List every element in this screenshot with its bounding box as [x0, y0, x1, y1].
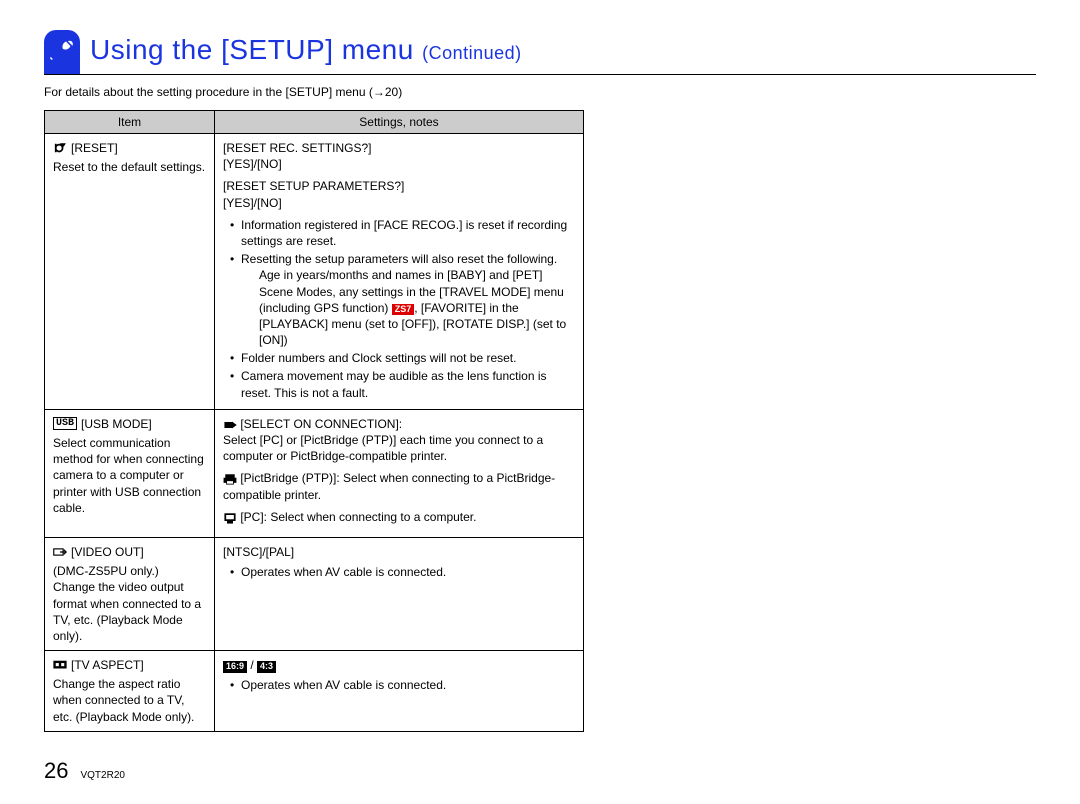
reset-setup-opts: [YES]/[NO] [223, 195, 575, 211]
opt-text: Select when connecting to a computer. [267, 510, 476, 524]
item-desc: (DMC-ZS5PU only.) Change the video outpu… [53, 564, 201, 643]
opt-label: [PictBridge (PTP)]: [240, 471, 339, 485]
item-label: [VIDEO OUT] [71, 544, 144, 560]
title-main: Using the [SETUP] menu [90, 34, 422, 65]
item-cell: [RESET] Reset to the default settings. [45, 134, 215, 410]
title-bar: Using the [SETUP] menu (Continued) [44, 30, 1036, 75]
aspect-4-3: 4:3 [257, 661, 276, 673]
table-row-tvaspect: [TV ASPECT] Change the aspect ratio when… [45, 651, 584, 732]
note-item: Folder numbers and Clock settings will n… [233, 350, 575, 366]
item-cell: [TV ASPECT] Change the aspect ratio when… [45, 651, 215, 732]
pc-icon [223, 512, 237, 524]
notes-list: Information registered in [FACE RECOG.] … [223, 217, 575, 401]
video-out-icon [53, 546, 67, 558]
note-item: Operates when AV cable is connected. [233, 564, 575, 580]
item-label: [USB MODE] [81, 416, 152, 432]
reset-setup-q: [RESET SETUP PARAMETERS?] [223, 178, 575, 194]
header-item: Item [45, 111, 215, 134]
tv-aspect-icon [53, 659, 67, 671]
note-item: Camera movement may be audible as the le… [233, 368, 575, 400]
settings-table: Item Settings, notes [RESET] Reset to th… [44, 110, 584, 732]
option-row: [SELECT ON CONNECTION]: Select [PC] or [… [223, 416, 575, 465]
item-desc: Reset to the default settings. [53, 160, 205, 174]
reset-rec-opts: [YES]/[NO] [223, 156, 575, 172]
reset-icon [53, 142, 67, 154]
usb-icon: USB [53, 417, 77, 430]
intro-text: For details about the setting procedure … [44, 85, 1036, 99]
opt-label: [SELECT ON CONNECTION]: [240, 417, 402, 431]
notes-cell: [SELECT ON CONNECTION]: Select [PC] or [… [215, 409, 584, 537]
model-badge: ZS7 [392, 304, 415, 315]
item-desc: Change the aspect ratio when connected t… [53, 677, 194, 723]
table-header-row: Item Settings, notes [45, 111, 584, 134]
title-tab [44, 30, 80, 74]
item-label: [RESET] [71, 140, 118, 156]
notes-cell: 16:9 / 4:3 Operates when AV cable is con… [215, 651, 584, 732]
aspect-options: 16:9 / 4:3 [223, 657, 575, 673]
option-row: [PC]: Select when connecting to a comput… [223, 509, 575, 525]
page-title: Using the [SETUP] menu (Continued) [84, 30, 522, 74]
table-row-reset: [RESET] Reset to the default settings. [… [45, 134, 584, 410]
aspect-16-9: 16:9 [223, 661, 247, 673]
page-number: 26 [44, 758, 68, 784]
option-row: [PictBridge (PTP)]: Select when connecti… [223, 470, 575, 502]
printer-icon [223, 473, 237, 485]
notes-cell: [NTSC]/[PAL] Operates when AV cable is c… [215, 537, 584, 650]
connection-icon [223, 419, 237, 431]
opt-text: Select [PC] or [PictBridge (PTP)] each t… [223, 433, 543, 463]
table-row-videoout: [VIDEO OUT] (DMC-ZS5PU only.) Change the… [45, 537, 584, 650]
doc-code: VQT2R20 [80, 770, 124, 781]
page: Using the [SETUP] menu (Continued) For d… [0, 0, 1080, 804]
item-label: [TV ASPECT] [71, 657, 144, 673]
note-item: Information registered in [FACE RECOG.] … [233, 217, 575, 249]
notes-list: Operates when AV cable is connected. [223, 564, 575, 580]
note-item: Resetting the setup parameters will also… [233, 251, 575, 348]
note-item: Operates when AV cable is connected. [233, 677, 575, 693]
notes-list: Operates when AV cable is connected. [223, 677, 575, 693]
table-row-usb: USB [USB MODE] Select communication meth… [45, 409, 584, 537]
header-notes: Settings, notes [215, 111, 584, 134]
item-cell: USB [USB MODE] Select communication meth… [45, 409, 215, 537]
item-desc: Select communication method for when con… [53, 436, 204, 515]
title-sub: (Continued) [422, 43, 522, 63]
footer: 26 VQT2R20 [44, 758, 1036, 784]
item-cell: [VIDEO OUT] (DMC-ZS5PU only.) Change the… [45, 537, 215, 650]
wrench-icon [49, 37, 75, 63]
opt-label: [PC]: [240, 510, 267, 524]
reset-rec-q: [RESET REC. SETTINGS?] [223, 140, 575, 156]
aspect-sep: / [247, 658, 257, 672]
opts: [NTSC]/[PAL] [223, 544, 575, 560]
notes-cell: [RESET REC. SETTINGS?] [YES]/[NO] [RESET… [215, 134, 584, 410]
